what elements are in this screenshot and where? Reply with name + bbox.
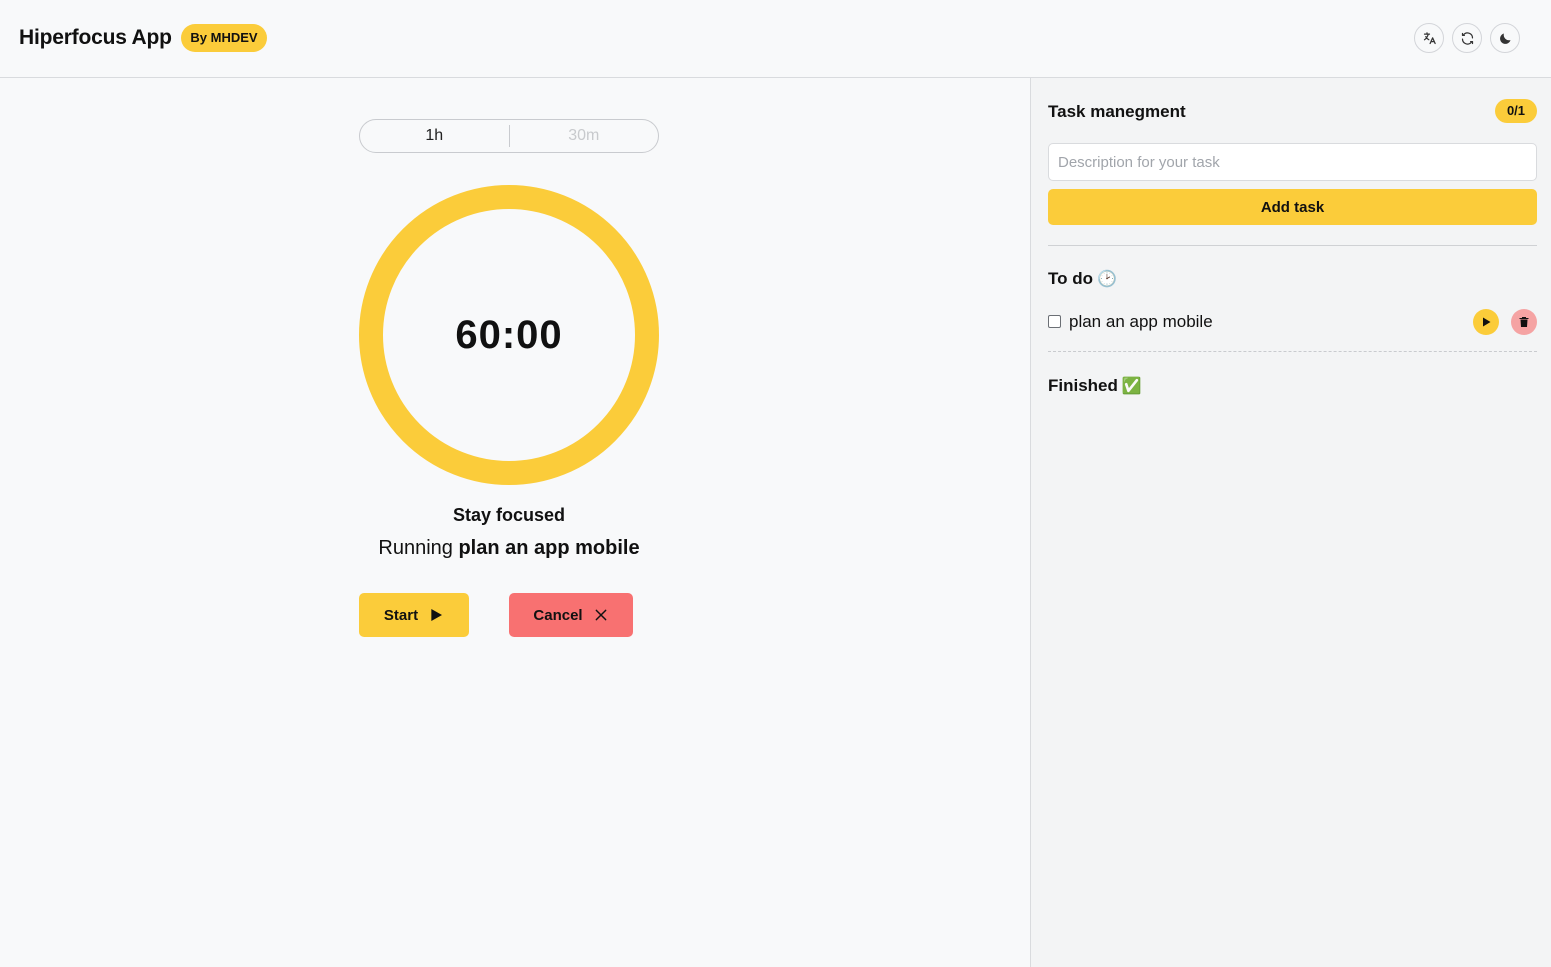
close-icon bbox=[595, 609, 606, 621]
add-task-button[interactable]: Add task bbox=[1048, 189, 1537, 225]
app-header: Hiperfocus App By MHDEV bbox=[0, 0, 1551, 78]
app-title: Hiperfocus App bbox=[19, 26, 172, 49]
running-task-text: Running plan an app mobile bbox=[309, 537, 709, 560]
delete-task-button[interactable] bbox=[1511, 309, 1537, 335]
task-checkbox[interactable] bbox=[1048, 315, 1061, 328]
trash-icon bbox=[1519, 317, 1529, 327]
play-icon bbox=[431, 609, 443, 621]
timer-value: 60:00 bbox=[455, 312, 563, 357]
translate-icon bbox=[1423, 31, 1436, 44]
divider bbox=[1048, 245, 1537, 246]
theme-toggle-button[interactable] bbox=[1490, 23, 1520, 53]
running-task-name: plan an app mobile bbox=[458, 537, 640, 559]
finished-heading: Finished ✅ bbox=[1048, 376, 1142, 396]
task-count-badge: 0/1 bbox=[1495, 99, 1537, 123]
start-button[interactable]: Start bbox=[359, 593, 469, 637]
sidebar-title: Task manegment bbox=[1048, 102, 1186, 121]
start-label: Start bbox=[383, 606, 419, 624]
running-prefix: Running bbox=[378, 537, 453, 559]
task-row: plan an app mobile bbox=[1048, 308, 1537, 352]
check-mark-icon: ✅ bbox=[1121, 378, 1142, 395]
author-badge: By MHDEV bbox=[181, 24, 267, 52]
start-task-button[interactable] bbox=[1473, 309, 1499, 335]
refresh-icon bbox=[1461, 31, 1473, 45]
duration-option-1h[interactable]: 1h bbox=[360, 120, 509, 152]
task-description-input[interactable] bbox=[1048, 143, 1537, 181]
clock-icon: 🕑 bbox=[1097, 271, 1117, 288]
finished-heading-label: Finished bbox=[1048, 376, 1118, 395]
status-text: Stay focused bbox=[452, 505, 566, 525]
moon-icon bbox=[1499, 33, 1510, 44]
timer-ring: 60:00 bbox=[359, 185, 659, 485]
timer-panel: 1h 30m 60:00 Stay focused Running plan a… bbox=[0, 78, 1030, 967]
task-sidebar: Task manegment 0/1 Add task To do🕑 plan … bbox=[1030, 78, 1551, 967]
duration-option-30m[interactable]: 30m bbox=[510, 120, 659, 152]
cancel-button[interactable]: Cancel bbox=[509, 593, 633, 637]
language-button[interactable] bbox=[1414, 23, 1444, 53]
refresh-button[interactable] bbox=[1452, 23, 1482, 53]
cancel-label: Cancel bbox=[533, 606, 583, 624]
todo-heading: To do 🕑 bbox=[1048, 269, 1117, 289]
play-icon bbox=[1483, 317, 1491, 327]
task-label: plan an app mobile bbox=[1069, 312, 1213, 331]
duration-toggle: 1h 30m bbox=[359, 119, 659, 153]
todo-heading-label: To do bbox=[1048, 269, 1093, 288]
